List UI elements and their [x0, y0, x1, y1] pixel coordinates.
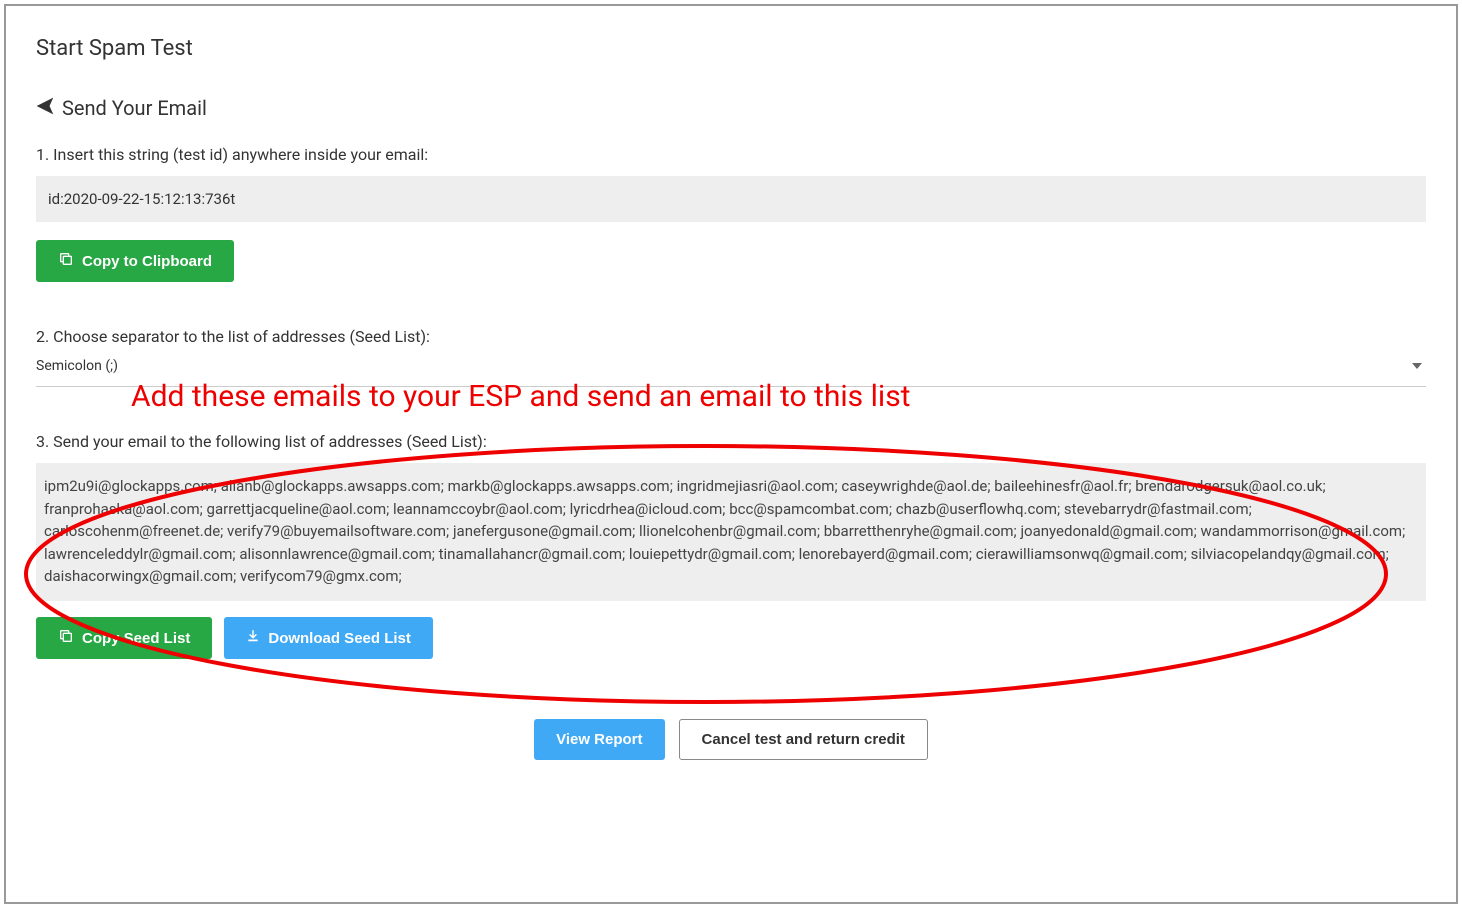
- copy-icon: [58, 251, 74, 271]
- send-icon: [36, 96, 54, 120]
- download-seed-list-label: Download Seed List: [268, 630, 411, 647]
- seed-list-box[interactable]: ipm2u9i@glockapps.com; allanb@glockapps.…: [36, 463, 1426, 601]
- copy-icon: [58, 628, 74, 648]
- cancel-test-button[interactable]: Cancel test and return credit: [679, 719, 928, 760]
- footer-buttons: View Report Cancel test and return credi…: [36, 719, 1426, 760]
- copy-seed-list-button[interactable]: Copy Seed List: [36, 617, 212, 659]
- view-report-button[interactable]: View Report: [534, 719, 664, 760]
- page-title: Start Spam Test: [36, 36, 1426, 61]
- step3-label: 3. Send your email to the following list…: [36, 432, 1426, 451]
- test-id-box: id:2020-09-22-15:12:13:736t: [36, 176, 1426, 222]
- copy-seed-list-label: Copy Seed List: [82, 630, 190, 647]
- section-header: Send Your Email: [36, 96, 1426, 120]
- step1-label: 1. Insert this string (test id) anywhere…: [36, 145, 1426, 164]
- separator-select[interactable]: Semicolon (;): [36, 358, 1426, 387]
- main-container: Start Spam Test Send Your Email 1. Inser…: [4, 4, 1458, 904]
- cancel-test-label: Cancel test and return credit: [702, 731, 905, 748]
- copy-clipboard-button[interactable]: Copy to Clipboard: [36, 240, 234, 282]
- view-report-label: View Report: [556, 731, 642, 748]
- separator-value: Semicolon (;): [36, 358, 118, 374]
- section-header-text: Send Your Email: [62, 96, 207, 120]
- step3-button-row: Copy Seed List Download Seed List: [36, 617, 1426, 659]
- chevron-down-icon: [1412, 363, 1422, 369]
- copy-clipboard-label: Copy to Clipboard: [82, 253, 212, 270]
- download-seed-list-button[interactable]: Download Seed List: [224, 617, 433, 659]
- download-icon: [246, 629, 260, 647]
- step2-label: 2. Choose separator to the list of addre…: [36, 327, 1426, 346]
